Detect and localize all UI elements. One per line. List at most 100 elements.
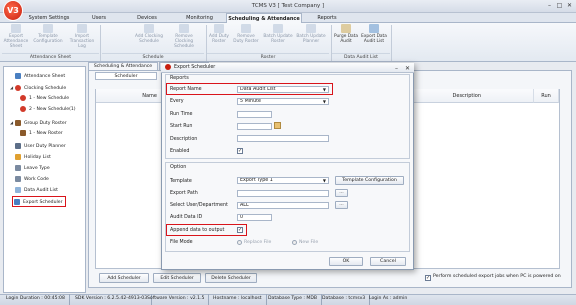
leave-icon: [15, 164, 21, 171]
browse-path-button[interactable]: ...: [335, 189, 348, 197]
tree-item-clocking-schedule[interactable]: ◢ Clocking Schedule: [4, 82, 87, 93]
tab-users[interactable]: Users: [80, 13, 118, 23]
export-attendance-sheet-button[interactable]: Export Attendance Sheet: [3, 24, 29, 51]
sheet-icon: [15, 72, 21, 79]
close-icon[interactable]: ✕: [565, 1, 574, 10]
tree-item-export-scheduler[interactable]: Export Scheduler: [12, 196, 66, 207]
remove-schedule-icon: [179, 24, 189, 33]
status-login-duration: Login Duration : 00:45:08: [2, 294, 70, 305]
tree-item-schedule-1[interactable]: 1 - New Schedule: [4, 93, 87, 104]
ribbon-separator: [391, 25, 392, 61]
enabled-label: Enabled: [170, 149, 190, 154]
tab-scheduling-attendance-doc[interactable]: Scheduling & Attendance: [88, 62, 158, 70]
export-path-input[interactable]: [237, 190, 329, 197]
batch-update-roster-button[interactable]: Batch Update Roster: [263, 24, 293, 51]
perform-scheduled-label: Perform scheduled export jobs when PC is…: [433, 274, 561, 279]
tab-scheduler[interactable]: Scheduler: [95, 72, 157, 80]
tab-reports[interactable]: Reports: [307, 13, 347, 23]
purge-data-audit-button[interactable]: Purge Data Audit: [334, 24, 358, 51]
work-code-icon: [15, 175, 21, 182]
template-icon: [43, 24, 53, 33]
batch-planner-icon: [306, 24, 316, 33]
column-header-name[interactable]: Name: [96, 89, 166, 103]
run-time-label: Run Time: [170, 112, 193, 117]
new-file-radio[interactable]: [292, 240, 297, 245]
tree-item-schedule-2[interactable]: 2 - New Schedule(1): [4, 104, 87, 115]
add-duty-roster-button[interactable]: Add Duty Roster: [208, 24, 230, 51]
column-header-run[interactable]: Run: [534, 89, 559, 103]
import-transaction-log-button[interactable]: Import Transaction Log: [66, 24, 98, 51]
import-icon: [77, 24, 87, 33]
start-run-input[interactable]: [237, 123, 272, 130]
report-name-dropdown[interactable]: Data Audit List ▼: [237, 86, 329, 93]
run-time-input[interactable]: [237, 111, 272, 118]
add-scheduler-button[interactable]: Add Scheduler: [99, 273, 149, 283]
remove-roster-icon: [241, 24, 251, 33]
tree-item-roster-1[interactable]: 1 - New Roster: [4, 128, 87, 139]
ribbon-group-schedule: Schedule: [102, 53, 204, 61]
app-icon: [165, 63, 171, 70]
select-user-input[interactable]: ALL: [237, 202, 329, 209]
purge-icon: [341, 24, 351, 33]
template-dropdown[interactable]: Export Type 1 ▼: [237, 177, 329, 184]
append-data-label: Append data to output: [170, 228, 225, 233]
template-label: Template: [170, 179, 192, 184]
batch-roster-icon: [273, 24, 283, 33]
browse-user-button[interactable]: ...: [335, 201, 348, 209]
remove-clocking-schedule-button[interactable]: Remove Clocking Schedule: [167, 24, 201, 51]
tree-item-group-duty-roster[interactable]: ◢ Group Duty Roster: [4, 117, 87, 128]
remove-duty-roster-button[interactable]: Remove Duty Roster: [232, 24, 260, 51]
batch-update-planner-button[interactable]: Batch Update Planner: [296, 24, 326, 51]
tree-item-attendance-sheet[interactable]: Attendance Sheet: [4, 71, 87, 82]
perform-scheduled-checkbox[interactable]: ✓: [425, 275, 431, 281]
tab-devices[interactable]: Devices: [128, 13, 166, 23]
minimize-icon[interactable]: –: [545, 1, 554, 10]
tree-item-work-code[interactable]: Work Code: [4, 174, 87, 185]
export-data-audit-list-button[interactable]: Export Data Audit List: [360, 24, 388, 51]
description-input[interactable]: [237, 135, 329, 142]
status-database: Database : tcmsv3: [318, 294, 371, 305]
planner-icon: [15, 142, 21, 149]
tab-system-settings[interactable]: System Settings: [20, 13, 78, 23]
append-data-checkbox[interactable]: ✓: [237, 227, 243, 233]
tree-item-data-audit-list[interactable]: Data Audit List: [4, 185, 87, 196]
dialog-close-icon[interactable]: ✕: [403, 64, 412, 73]
add-roster-icon: [214, 24, 224, 33]
template-configuration-dialog-button[interactable]: Template Configuration: [335, 176, 404, 185]
calendar-icon: [15, 153, 21, 160]
status-hostname: Hostname : localhost: [209, 294, 267, 305]
enabled-checkbox[interactable]: ✓: [237, 148, 243, 154]
status-software-version: Software Version : v2.1.5: [143, 294, 210, 305]
window-title: TCMS V3 [ Test Company ]: [251, 3, 325, 9]
every-label: Every: [170, 99, 184, 104]
schedule-icon: [20, 105, 26, 112]
select-user-label: Select User/Department: [170, 203, 228, 208]
ribbon-separator: [100, 25, 101, 61]
audit-data-id-input[interactable]: 0: [237, 214, 272, 221]
cancel-button[interactable]: Cancel: [370, 257, 406, 266]
app-logo: V3: [4, 1, 22, 20]
replace-file-radio[interactable]: [237, 240, 242, 245]
edit-scheduler-button[interactable]: Edit Scheduler: [153, 273, 201, 283]
tree-item-holiday-list[interactable]: Holiday List: [4, 152, 87, 163]
maximize-icon[interactable]: □: [555, 1, 564, 10]
template-configuration-button[interactable]: Template Configuration: [33, 24, 63, 51]
delete-scheduler-button[interactable]: Delete Scheduler: [205, 273, 257, 283]
report-name-label: Report Name: [170, 87, 202, 92]
description-label: Description: [170, 137, 198, 142]
ribbon-group-data-audit: Data Audit List: [332, 53, 390, 61]
replace-file-label: Replace File: [244, 240, 272, 245]
tab-scheduling-attendance[interactable]: Scheduling & Attendance: [226, 13, 302, 23]
every-dropdown[interactable]: 5 Minute ▼: [237, 98, 329, 105]
clock-icon: [15, 84, 21, 91]
tab-monitoring[interactable]: Monitoring: [177, 13, 222, 23]
navigation-tree: Attendance Sheet ◢ Clocking Schedule 1 - …: [3, 66, 86, 293]
add-clocking-schedule-button[interactable]: Add Clocking Schedule: [133, 24, 165, 51]
tree-item-user-duty-planner[interactable]: User Duty Planner: [4, 141, 87, 152]
status-database-type: Database Type : MDB: [264, 294, 323, 305]
tree-item-leave-type[interactable]: Leave Type: [4, 163, 87, 174]
dialog-minimize-icon[interactable]: –: [392, 64, 401, 73]
chevron-down-icon: ▼: [322, 99, 326, 104]
calendar-picker-icon[interactable]: [274, 122, 281, 129]
ok-button[interactable]: OK: [329, 257, 363, 266]
